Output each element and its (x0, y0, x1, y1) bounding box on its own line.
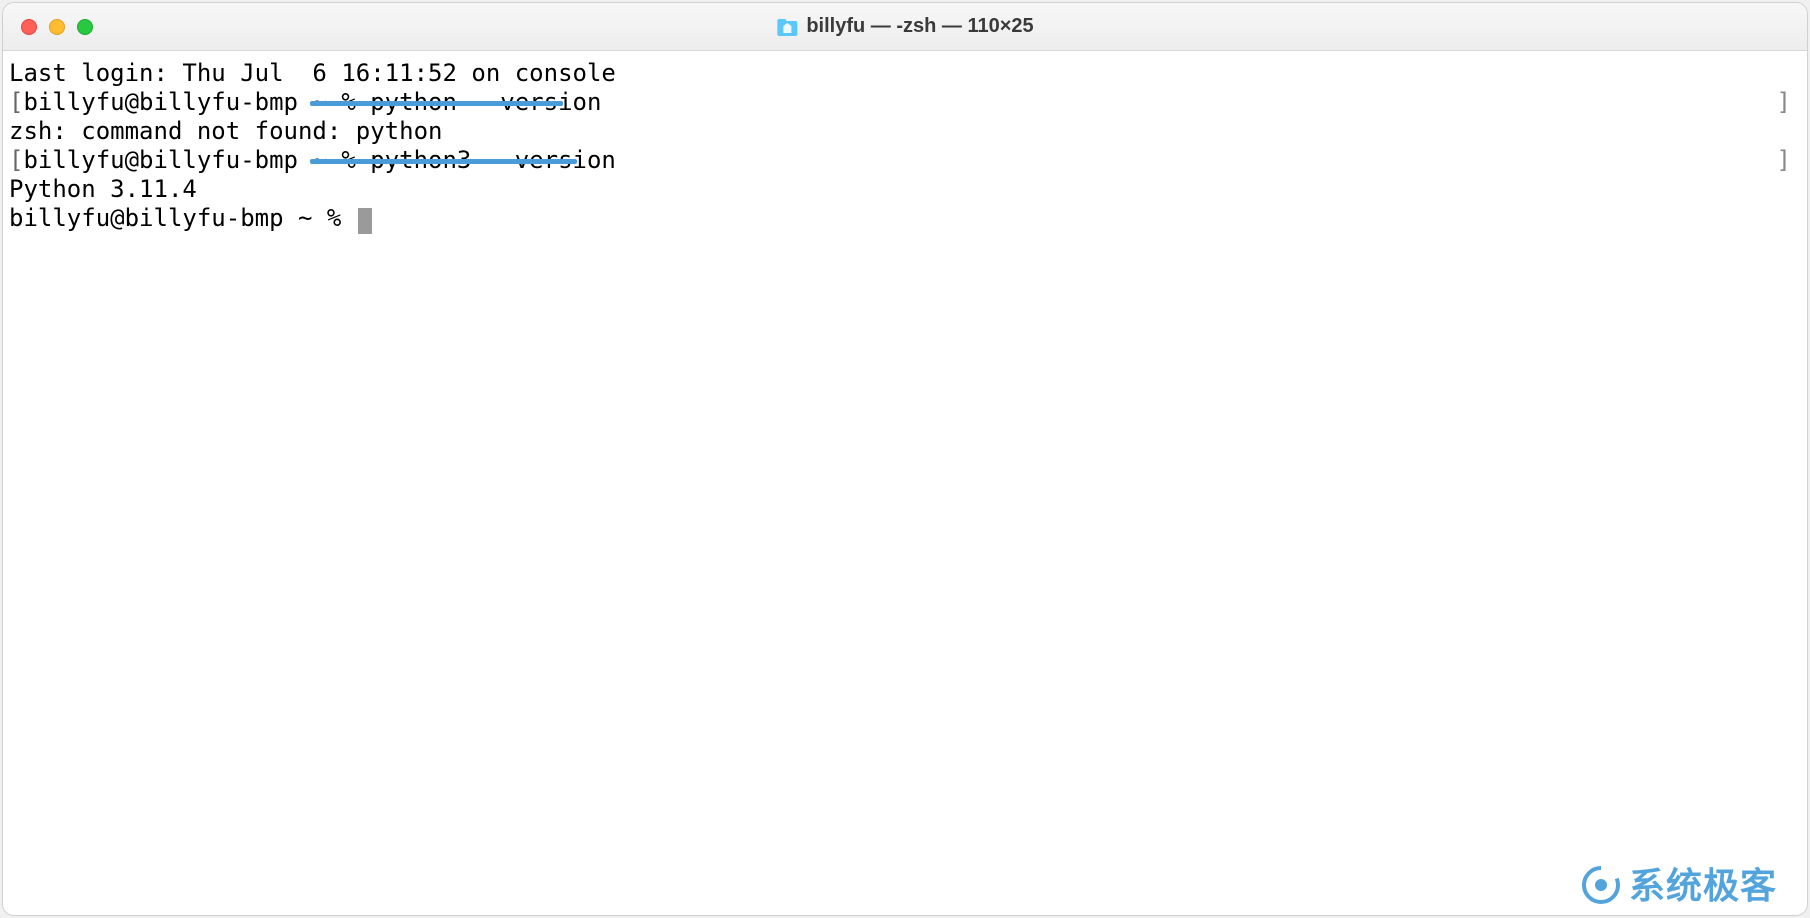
watermark: 系统极客 (1581, 865, 1777, 905)
annotation-underline (310, 101, 563, 106)
watermark-logo-icon (1581, 865, 1621, 905)
window-title-text: billyfu — -zsh — 110×25 (806, 15, 1033, 38)
minimize-button[interactable] (49, 19, 65, 35)
close-button[interactable] (21, 19, 37, 35)
terminal-output-line: Python 3.11.4 (9, 175, 1801, 204)
terminal-output-line: Last login: Thu Jul 6 16:11:52 on consol… (9, 59, 1801, 88)
terminal-window: billyfu — -zsh — 110×25 Last login: Thu … (2, 2, 1808, 916)
watermark-text: 系统极客 (1629, 871, 1777, 900)
home-folder-icon (776, 16, 798, 38)
traffic-lights (3, 19, 93, 35)
terminal-prompt-line: [billyfu@billyfu-bmp ~ % python --versio… (9, 88, 1801, 117)
cursor-icon (358, 208, 372, 234)
terminal-output-line: zsh: command not found: python (9, 117, 1801, 146)
terminal-current-prompt[interactable]: billyfu@billyfu-bmp ~ % (9, 204, 1801, 233)
annotation-underline (310, 159, 577, 164)
window-title: billyfu — -zsh — 110×25 (776, 15, 1033, 38)
terminal-prompt-line: [billyfu@billyfu-bmp ~ % python3 --versi… (9, 146, 1801, 175)
maximize-button[interactable] (77, 19, 93, 35)
title-bar[interactable]: billyfu — -zsh — 110×25 (3, 3, 1807, 51)
terminal-body[interactable]: Last login: Thu Jul 6 16:11:52 on consol… (3, 51, 1807, 915)
